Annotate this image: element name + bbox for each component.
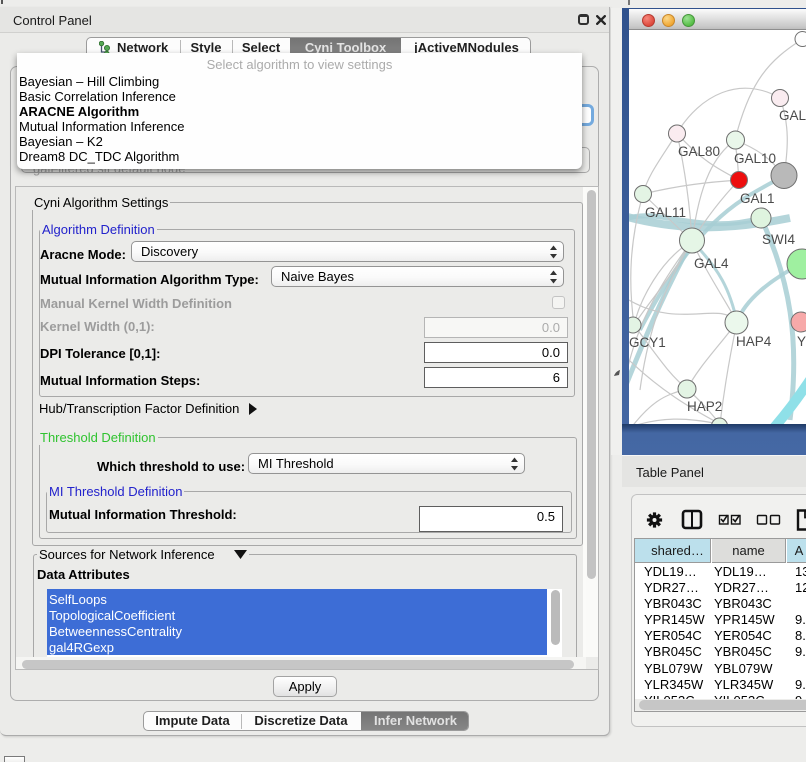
svg-text:Y: Y: [797, 334, 806, 349]
svg-text:GAL1: GAL1: [740, 191, 775, 206]
svg-text:GAL10: GAL10: [734, 151, 776, 166]
svg-text:GAL11: GAL11: [645, 205, 686, 220]
svg-text:GCY1: GCY1: [629, 335, 666, 350]
svg-text:HAP2: HAP2: [687, 399, 722, 414]
svg-text:SWI4: SWI4: [762, 232, 795, 247]
svg-text:GAL4: GAL4: [694, 256, 729, 271]
svg-text:GAL80: GAL80: [678, 144, 720, 159]
svg-text:HAP4: HAP4: [736, 334, 772, 349]
svg-text:GAL2: GAL2: [779, 108, 806, 123]
